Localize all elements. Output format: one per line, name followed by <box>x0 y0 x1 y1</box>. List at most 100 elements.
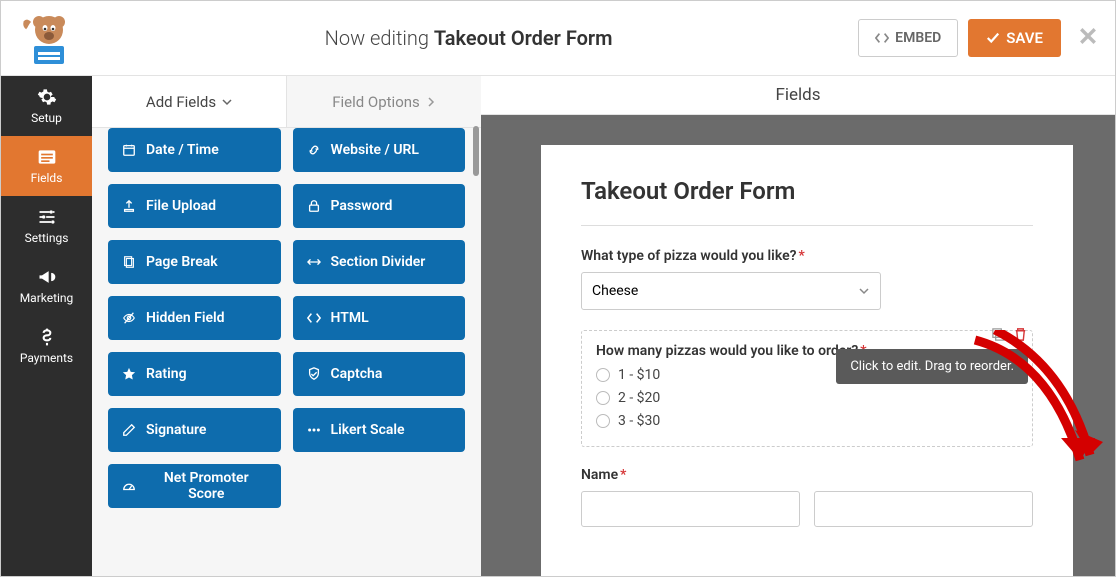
field-pizza-type[interactable]: What type of pizza would you like?* Chee… <box>581 248 1033 310</box>
pencil-icon <box>122 423 136 437</box>
field-btn-net-promoter[interactable]: Net Promoter Score <box>108 464 281 508</box>
option-label: 2 - $20 <box>618 390 660 406</box>
label-text: Name <box>581 467 618 483</box>
field-palette[interactable]: Date / Time Website / URL File Upload Passw… <box>92 128 481 576</box>
nav-label: Fields <box>31 171 63 185</box>
star-icon <box>122 367 136 381</box>
field-btn-section-divider[interactable]: Section Divider <box>293 240 466 284</box>
nav-payments[interactable]: Payments <box>1 316 92 376</box>
field-label: Name* <box>581 467 1033 483</box>
radio-option[interactable]: 2 - $20 <box>596 390 1018 406</box>
field-btn-date-time[interactable]: Date / Time <box>108 128 281 172</box>
field-btn-label: Signature <box>146 422 206 438</box>
arrows-h-icon <box>307 255 321 269</box>
code-icon <box>307 311 321 325</box>
trash-icon[interactable] <box>1013 327 1028 342</box>
close-button[interactable] <box>1079 27 1097 49</box>
field-name[interactable]: Name* <box>581 467 1033 527</box>
chevron-down-icon <box>858 285 870 297</box>
save-button[interactable]: SAVE <box>968 19 1061 57</box>
form-title[interactable]: Takeout Order Form <box>581 177 1033 205</box>
field-btn-html[interactable]: HTML <box>293 296 466 340</box>
radio-option[interactable]: 3 - $30 <box>596 413 1018 429</box>
dropdown[interactable]: Cheese <box>581 272 881 310</box>
top-bar: Now editing Takeout Order Form EMBED SAV… <box>1 1 1115 76</box>
embed-button[interactable]: EMBED <box>858 19 958 57</box>
field-label: What type of pizza would you like?* <box>581 248 1033 264</box>
editing-title: Now editing Takeout Order Form <box>79 26 858 50</box>
field-btn-label: Date / Time <box>146 142 219 158</box>
field-btn-page-break[interactable]: Page Break <box>108 240 281 284</box>
nav-label: Marketing <box>20 291 74 305</box>
field-btn-hidden-field[interactable]: Hidden Field <box>108 296 281 340</box>
chevron-down-icon <box>222 97 232 107</box>
calendar-icon <box>122 143 136 157</box>
field-btn-signature[interactable]: Signature <box>108 408 281 452</box>
ellipsis-icon <box>307 423 321 437</box>
preview-panel: Fields Takeout Order Form What type of p… <box>481 76 1115 576</box>
nav-label: Setup <box>31 111 62 125</box>
preview-canvas: Takeout Order Form What type of pizza wo… <box>481 115 1115 576</box>
editing-prefix: Now editing <box>325 26 429 50</box>
close-icon <box>1079 27 1097 45</box>
tab-label: Field Options <box>332 93 420 111</box>
app-logo <box>19 8 79 68</box>
nav-setup[interactable]: Setup <box>1 76 92 136</box>
label-text: How many pizzas would you like to order? <box>596 343 858 359</box>
field-actions <box>991 327 1028 342</box>
label-text: What type of pizza would you like? <box>581 248 797 264</box>
tab-field-options[interactable]: Field Options <box>287 76 481 127</box>
panel-tabs: Add Fields Field Options <box>92 76 481 128</box>
nav-settings[interactable]: Settings <box>1 196 92 256</box>
field-btn-label: File Upload <box>146 198 216 214</box>
embed-label: EMBED <box>895 30 941 46</box>
tab-add-fields[interactable]: Add Fields <box>92 76 287 127</box>
required-mark: * <box>799 248 805 264</box>
gear-icon <box>37 87 57 107</box>
field-btn-label: Likert Scale <box>331 422 405 438</box>
lock-icon <box>307 199 321 213</box>
tab-label: Add Fields <box>146 93 216 111</box>
field-btn-label: Rating <box>146 366 187 382</box>
first-name-input[interactable] <box>581 491 800 527</box>
code-icon <box>875 31 889 45</box>
field-btn-label: Hidden Field <box>146 310 225 326</box>
scrollbar-thumb[interactable] <box>473 126 479 176</box>
last-name-input[interactable] <box>814 491 1033 527</box>
bullhorn-icon <box>37 267 57 287</box>
nav-label: Payments <box>20 351 73 365</box>
dropdown-value: Cheese <box>592 283 638 299</box>
field-btn-likert-scale[interactable]: Likert Scale <box>293 408 466 452</box>
scrollbar[interactable] <box>473 126 479 576</box>
sliders-icon <box>37 207 57 227</box>
nav-marketing[interactable]: Marketing <box>1 256 92 316</box>
main-area: Setup Fields Settings Marketing Payments… <box>1 76 1115 576</box>
duplicate-icon[interactable] <box>991 327 1006 342</box>
nav-fields[interactable]: Fields <box>1 136 92 196</box>
field-btn-captcha[interactable]: Captcha <box>293 352 466 396</box>
name-inputs <box>581 491 1033 527</box>
list-icon <box>37 147 57 167</box>
dollar-icon <box>37 327 57 347</box>
field-btn-label: Password <box>331 198 393 214</box>
files-icon <box>122 255 136 269</box>
field-btn-password[interactable]: Password <box>293 184 466 228</box>
field-btn-label: Section Divider <box>331 254 426 270</box>
field-pizza-qty[interactable]: Click to edit. Drag to reorder. How many… <box>581 330 1033 447</box>
save-label: SAVE <box>1006 29 1043 47</box>
check-icon <box>986 31 1000 45</box>
option-label: 1 - $10 <box>618 367 660 383</box>
field-btn-file-upload[interactable]: File Upload <box>108 184 281 228</box>
form-preview: Takeout Order Form What type of pizza wo… <box>541 145 1073 576</box>
dashboard-icon <box>122 479 136 493</box>
eye-slash-icon <box>122 311 136 325</box>
option-label: 3 - $30 <box>618 413 660 429</box>
field-btn-rating[interactable]: Rating <box>108 352 281 396</box>
field-btn-label: Website / URL <box>331 142 420 158</box>
field-btn-website-url[interactable]: Website / URL <box>293 128 466 172</box>
radio-circle <box>596 414 610 428</box>
required-mark: * <box>620 467 626 483</box>
field-btn-label: Page Break <box>146 254 218 270</box>
radio-circle <box>596 368 610 382</box>
form-name: Takeout Order Form <box>434 26 613 50</box>
